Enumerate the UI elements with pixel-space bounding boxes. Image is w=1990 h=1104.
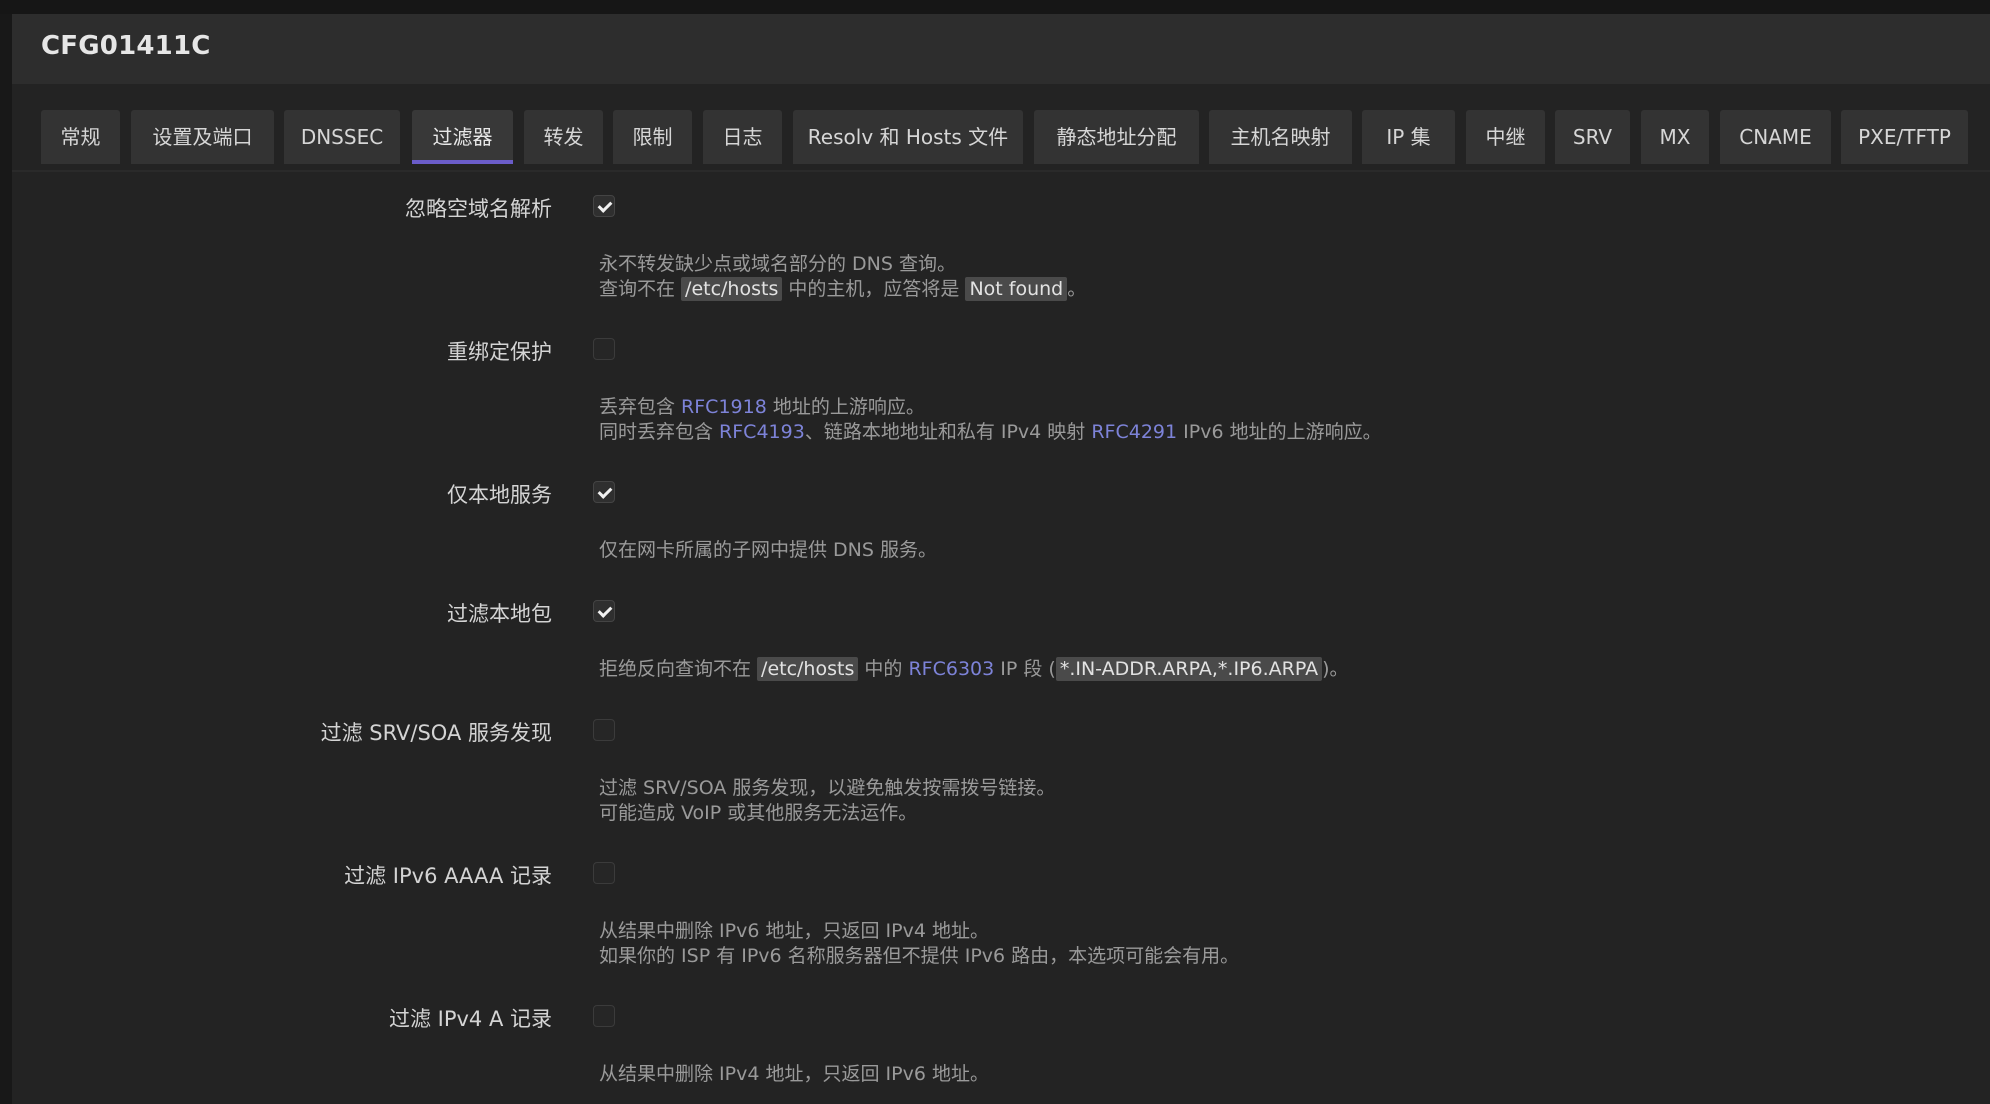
option-label: 过滤 IPv4 A 记录 <box>388 1007 552 1031</box>
option-description: 永不转发缺少点或域名部分的 DNS 查询。 查询不在 /etc/hosts 中的… <box>599 253 1087 301</box>
top-strip <box>0 0 1990 14</box>
filter-a-checkbox[interactable] <box>593 1005 615 1027</box>
rfc4291-link[interactable]: RFC4291 <box>1091 421 1177 443</box>
option-description: 从结果中删除 IPv4 地址，只返回 IPv6 地址。 <box>599 1063 989 1085</box>
option-label: 过滤 SRV/SOA 服务发现 <box>320 721 552 745</box>
tab-srv[interactable]: SRV <box>1555 110 1630 164</box>
filter-aaaa-checkbox[interactable] <box>593 862 615 884</box>
option-description: 拒绝反向查询不在 /etc/hosts 中的 RFC6303 IP 段 (*.I… <box>599 657 1349 681</box>
domain-needed-checkbox[interactable] <box>593 195 615 217</box>
tab-mx[interactable]: MX <box>1641 110 1709 164</box>
option-label: 过滤本地包 <box>447 602 552 626</box>
rfc1918-link[interactable]: RFC1918 <box>681 396 767 418</box>
tab-resolv-hosts[interactable]: Resolv 和 Hosts 文件 <box>793 110 1023 164</box>
tab-dnssec[interactable]: DNSSEC <box>284 110 400 164</box>
settings-panel: CFG01411C 常规 设置及端口 DNSSEC 过滤器 转发 限制 日志 R… <box>12 14 1990 1104</box>
tab-log[interactable]: 日志 <box>703 110 782 164</box>
tab-hostnames[interactable]: 主机名映射 <box>1209 110 1352 164</box>
rfc6303-link[interactable]: RFC6303 <box>908 658 994 680</box>
code-etc-hosts: /etc/hosts <box>681 277 783 301</box>
rfc4193-link[interactable]: RFC4193 <box>719 421 805 443</box>
code-etc-hosts: /etc/hosts <box>757 657 859 681</box>
option-label: 过滤 IPv6 AAAA 记录 <box>344 864 552 888</box>
code-arpa-zones: *.IN-ADDR.ARPA,*.IP6.ARPA <box>1055 657 1323 681</box>
option-description: 仅在网卡所属的子网中提供 DNS 服务。 <box>599 539 937 561</box>
option-label: 重绑定保护 <box>447 340 552 364</box>
tab-filter[interactable]: 过滤器 <box>412 110 513 164</box>
tab-ipsets[interactable]: IP 集 <box>1362 110 1455 164</box>
tab-cname[interactable]: CNAME <box>1720 110 1831 164</box>
tab-pxe-tftp[interactable]: PXE/TFTP <box>1841 110 1968 164</box>
filterwin2k-checkbox[interactable] <box>593 719 615 741</box>
option-description: 过滤 SRV/SOA 服务发现，以避免触发按需拨号链接。 可能造成 VoIP 或… <box>599 777 1056 824</box>
tab-static-leases[interactable]: 静态地址分配 <box>1034 110 1199 164</box>
local-service-checkbox[interactable] <box>593 481 615 503</box>
tab-bar: 常规 设置及端口 DNSSEC 过滤器 转发 限制 日志 Resolv 和 Ho… <box>12 84 1990 172</box>
tab-forward[interactable]: 转发 <box>524 110 603 164</box>
tab-general[interactable]: 常规 <box>41 110 120 164</box>
panel-header: CFG01411C <box>12 14 1990 84</box>
bogus-priv-checkbox[interactable] <box>593 600 615 622</box>
option-description: 从结果中删除 IPv6 地址，只返回 IPv4 地址。 如果你的 ISP 有 I… <box>599 920 1240 967</box>
tab-settings-ports[interactable]: 设置及端口 <box>131 110 274 164</box>
option-description: 丢弃包含 RFC1918 地址的上游响应。 同时丢弃包含 RFC4193、链路本… <box>599 396 1382 443</box>
tab-relay[interactable]: 中继 <box>1466 110 1545 164</box>
code-not-found: Not found <box>965 277 1068 301</box>
option-label: 忽略空域名解析 <box>405 197 552 221</box>
rebind-protection-checkbox[interactable] <box>593 338 615 360</box>
option-label: 仅本地服务 <box>447 483 552 507</box>
panel-title: CFG01411C <box>41 31 211 61</box>
tab-limits[interactable]: 限制 <box>613 110 692 164</box>
